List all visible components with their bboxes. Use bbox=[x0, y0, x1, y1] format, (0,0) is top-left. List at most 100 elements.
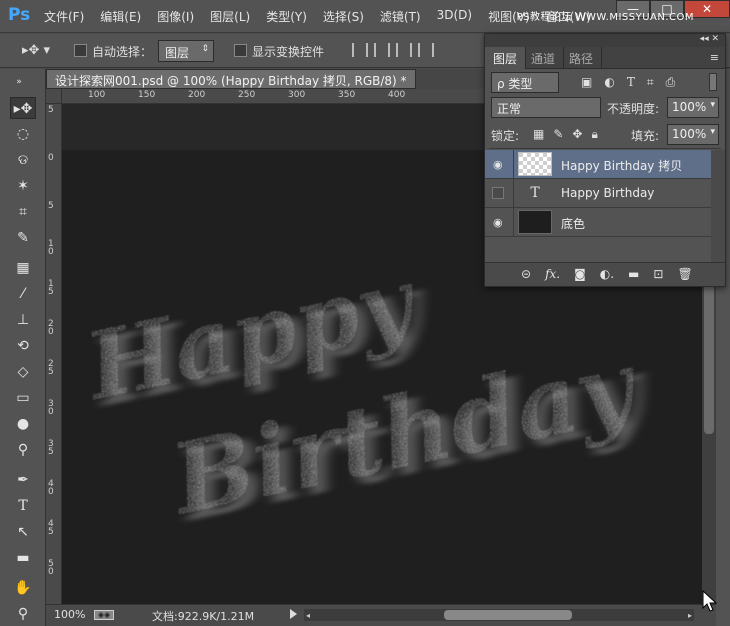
layer-name: Happy Birthday bbox=[561, 186, 655, 200]
menu-3d[interactable]: 3D(D) bbox=[437, 8, 472, 25]
marquee-tool-icon[interactable]: ◌ bbox=[10, 123, 36, 145]
layers-scrollbar[interactable] bbox=[711, 150, 725, 262]
pen-tool-icon[interactable]: ✒ bbox=[10, 469, 36, 491]
magic-wand-tool-icon[interactable]: ✶ bbox=[10, 175, 36, 197]
layer-filter-dropdown[interactable]: ρ 类型 bbox=[491, 72, 559, 93]
brush-tool-icon[interactable]: ⁄ bbox=[10, 283, 36, 305]
lock-position-icon[interactable]: ✥ bbox=[572, 127, 582, 142]
fill-field[interactable]: 100% ▾ bbox=[667, 124, 719, 145]
layer-row[interactable]: ◉ 底色 bbox=[485, 208, 711, 237]
panel-collapse-close-icon[interactable]: ◂◂ ✕ bbox=[700, 34, 719, 44]
layer-divider bbox=[513, 150, 514, 179]
add-mask-icon[interactable]: ◙ bbox=[574, 267, 586, 281]
ruler-tick: 350 bbox=[338, 90, 356, 100]
menu-image[interactable]: 图像(I) bbox=[157, 8, 194, 25]
history-brush-tool-icon[interactable]: ⟲ bbox=[10, 335, 36, 357]
ruler-tick: 5 bbox=[48, 201, 54, 211]
new-layer-icon[interactable]: ⊡ bbox=[653, 267, 663, 281]
lock-all-icon[interactable]: 🔒︎ bbox=[591, 127, 597, 142]
tab-paths[interactable]: 路径 bbox=[561, 47, 603, 69]
align-top-icon[interactable] bbox=[352, 43, 368, 57]
hand-tool-icon[interactable]: ✋ bbox=[10, 577, 36, 599]
chevron-down-icon: ▾ bbox=[710, 100, 715, 110]
visibility-eye-icon[interactable]: ◉ bbox=[493, 158, 503, 171]
move-tool-icon[interactable]: ▸✥ bbox=[10, 97, 36, 119]
filter-shape-icon[interactable]: ⌗ bbox=[647, 75, 654, 90]
align-bottom-icon[interactable] bbox=[396, 43, 412, 57]
eyedropper-tool-icon[interactable]: ✎ bbox=[10, 227, 36, 249]
auto-select-dropdown[interactable]: 图层 ⇕ bbox=[158, 40, 214, 62]
panel-menu-icon[interactable]: ≡ bbox=[710, 51, 719, 64]
vertical-ruler: 5 0 5 1 0 1 5 2 0 2 5 3 0 3 5 4 0 4 5 5 … bbox=[46, 104, 62, 604]
menu-select[interactable]: 选择(S) bbox=[323, 8, 364, 25]
visibility-off-box[interactable] bbox=[492, 187, 504, 199]
filter-toggle[interactable] bbox=[709, 73, 717, 91]
ruler-corner[interactable] bbox=[46, 89, 62, 104]
vertical-scroll-thumb[interactable] bbox=[704, 284, 714, 434]
panel-header[interactable]: ◂◂ ✕ bbox=[485, 34, 725, 47]
filter-adjustment-icon[interactable]: ◐ bbox=[604, 75, 614, 90]
clone-stamp-tool-icon[interactable]: ⊥ bbox=[10, 309, 36, 331]
align-left-icon[interactable] bbox=[418, 43, 434, 57]
opacity-field[interactable]: 100% ▾ bbox=[667, 97, 719, 118]
blur-tool-icon[interactable]: ● bbox=[10, 413, 36, 435]
scroll-left-icon[interactable]: ◂ bbox=[306, 611, 310, 620]
visibility-eye-icon[interactable]: ◉ bbox=[493, 216, 503, 229]
horizontal-scrollbar[interactable]: ◂ ▸ bbox=[304, 609, 694, 621]
filter-type-icon[interactable]: T bbox=[627, 75, 635, 90]
align-vcenter-icon[interactable] bbox=[374, 43, 390, 57]
menu-filter[interactable]: 滤镜(T) bbox=[380, 8, 421, 25]
scroll-right-icon[interactable]: ▸ bbox=[688, 611, 692, 620]
filter-smart-object-icon[interactable]: ⎙ bbox=[666, 75, 676, 90]
move-tool-preset-icon[interactable]: ▸✥ ▾ bbox=[22, 43, 50, 58]
menu-edit[interactable]: 编辑(E) bbox=[100, 8, 141, 25]
panel-tabs: 图层 通道 路径 ≡ bbox=[485, 47, 725, 69]
horizontal-scroll-thumb[interactable] bbox=[444, 610, 572, 620]
document-tab[interactable]: 设计探索网001.psd @ 100% (Happy Birthday 拷贝, … bbox=[46, 69, 416, 89]
menu-file[interactable]: 文件(F) bbox=[44, 8, 84, 25]
healing-brush-tool-icon[interactable]: ▦ bbox=[10, 257, 36, 279]
tab-channels[interactable]: 通道 bbox=[523, 47, 565, 69]
layers-panel: ◂◂ ✕ 图层 通道 路径 ≡ ρ 类型 ▣ ◐ T ⌗ ⎙ 正常 不透明度: … bbox=[484, 33, 726, 287]
crop-tool-icon[interactable]: ⌗ bbox=[10, 201, 36, 223]
fill-label: 填充: bbox=[631, 129, 660, 143]
mouse-cursor-icon bbox=[702, 590, 718, 612]
lock-transparency-icon[interactable]: ▦ bbox=[533, 127, 544, 142]
blend-mode-value: 正常 bbox=[497, 102, 522, 116]
layer-row[interactable]: ◉ Happy Birthday 拷贝 bbox=[485, 150, 711, 179]
ruler-tick: 250 bbox=[238, 90, 256, 100]
menu-layer[interactable]: 图层(L) bbox=[210, 8, 250, 25]
delete-layer-icon[interactable]: 🗑︎ bbox=[677, 267, 692, 281]
layer-style-fx-icon[interactable]: fx. bbox=[545, 267, 560, 281]
status-bar: 100% ◉◉ 文档:922.9K/1.21M ◂ ▸ bbox=[46, 604, 716, 626]
type-layer-icon: T bbox=[530, 185, 540, 201]
show-transform-checkbox[interactable] bbox=[234, 44, 247, 57]
adjustment-layer-icon[interactable]: ◐. bbox=[600, 267, 614, 281]
ruler-tick: 0 bbox=[48, 153, 54, 163]
watermark: PS教程论坛 WWW.MISSYUAN.COM bbox=[516, 12, 694, 23]
status-menu-arrow-icon[interactable] bbox=[290, 609, 297, 619]
auto-select-value: 图层 bbox=[165, 46, 190, 60]
blend-mode-dropdown[interactable]: 正常 bbox=[491, 97, 601, 118]
type-tool-icon[interactable]: T bbox=[10, 495, 36, 517]
ruler-tick: 5 bbox=[48, 105, 54, 115]
gradient-tool-icon[interactable]: ▭ bbox=[10, 387, 36, 409]
new-group-icon[interactable]: ▬ bbox=[628, 267, 639, 281]
lasso-tool-icon[interactable]: ଡ bbox=[10, 149, 36, 171]
link-layers-icon[interactable]: ⊝ bbox=[521, 267, 531, 281]
zoom-level[interactable]: 100% bbox=[54, 608, 85, 621]
preview-icon[interactable]: ◉◉ bbox=[94, 610, 114, 620]
filter-pixel-icon[interactable]: ▣ bbox=[581, 75, 592, 90]
zoom-tool-icon[interactable]: ⚲ bbox=[10, 603, 36, 625]
layer-row[interactable]: T Happy Birthday bbox=[485, 179, 711, 208]
lock-pixels-icon[interactable]: ✎ bbox=[553, 127, 563, 142]
menu-type[interactable]: 类型(Y) bbox=[266, 8, 307, 25]
tab-layers[interactable]: 图层 bbox=[485, 47, 527, 69]
eraser-tool-icon[interactable]: ◇ bbox=[10, 361, 36, 383]
rectangle-tool-icon[interactable]: ▬ bbox=[10, 547, 36, 569]
opacity-value: 100% bbox=[672, 100, 707, 114]
path-selection-tool-icon[interactable]: ↖ bbox=[10, 521, 36, 543]
collapse-toolbar-icon[interactable]: » bbox=[6, 71, 32, 93]
auto-select-checkbox[interactable] bbox=[74, 44, 87, 57]
dodge-tool-icon[interactable]: ⚲ bbox=[10, 439, 36, 461]
